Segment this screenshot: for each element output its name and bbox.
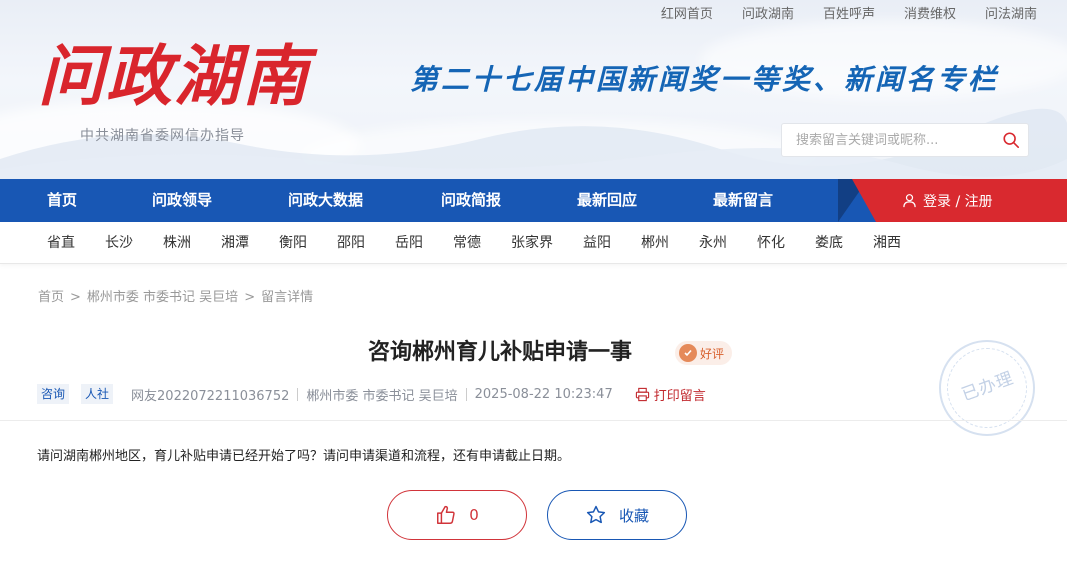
like-count: 0 (469, 506, 479, 524)
user-icon (903, 194, 916, 208)
meta-separator (297, 387, 299, 401)
region-item[interactable]: 株洲 (163, 222, 191, 264)
nav-item-latest-response[interactable]: 最新回应 (577, 179, 637, 222)
logo-title: 问政湖南 (38, 37, 310, 115)
award-slogan: 第二十七届中国新闻奖一等奖、新闻名专栏 (410, 63, 1000, 96)
rating-badge: 好评 (675, 341, 733, 365)
post-target: 郴州市委 市委书记 吴巨培 (306, 388, 458, 404)
site-header: 红网首页 问政湖南 百姓呼声 消费维权 问法湖南 问政湖南 中共湖南省委网信办指… (0, 0, 1067, 179)
favorite-label: 收藏 (618, 506, 649, 525)
favorite-button[interactable]: 收藏 (547, 490, 687, 540)
like-button[interactable]: 0 (387, 490, 527, 540)
nav-item-bigdata[interactable]: 问政大数据 (288, 179, 363, 222)
region-item[interactable]: 湘潭 (221, 222, 249, 264)
breadcrumb-separator: > (70, 290, 81, 305)
region-item[interactable]: 长沙 (105, 222, 133, 264)
top-link-wenzheng[interactable]: 问政湖南 (742, 6, 794, 24)
logo-subtitle: 中共湖南省委网信办指导 (80, 128, 245, 144)
region-nav: 省直 长沙 株洲 湘潭 衡阳 邵阳 岳阳 常德 张家界 益阳 郴州 永州 怀化 … (0, 222, 1067, 264)
breadcrumb-home[interactable]: 首页 (38, 290, 64, 305)
region-item[interactable]: 常德 (453, 222, 481, 264)
region-item[interactable]: 娄底 (815, 222, 843, 264)
search-input[interactable] (782, 124, 992, 156)
post-meta: 咨询 人社 网友2022072211036752 郴州市委 市委书记 吴巨培 2… (37, 384, 706, 404)
region-item[interactable]: 湘西 (873, 222, 901, 264)
breadcrumb-current: 留言详情 (261, 290, 314, 305)
breadcrumb-separator: > (244, 290, 256, 305)
category-tag[interactable]: 咨询 (37, 384, 70, 404)
region-item[interactable]: 岳阳 (395, 222, 423, 264)
top-link-xiaofei[interactable]: 消费维权 (904, 6, 956, 24)
nav-item-briefing[interactable]: 问政简报 (441, 179, 501, 222)
post-author: 网友2022072211036752 (131, 388, 290, 404)
post-time: 2025-08-22 10:23:47 (474, 386, 613, 402)
search-box (781, 123, 1029, 157)
site-logo[interactable]: 问政湖南 (38, 36, 338, 116)
printer-icon (635, 387, 649, 401)
breadcrumb-target[interactable]: 郴州市委 市委书记 吴巨培 (87, 290, 238, 305)
top-link-wenfa[interactable]: 问法湖南 (985, 6, 1037, 24)
nav-item-leaders[interactable]: 问政领导 (152, 179, 212, 222)
top-link-hongwang[interactable]: 红网首页 (661, 6, 713, 24)
region-item[interactable]: 省直 (47, 222, 75, 264)
thumbs-up-icon (437, 505, 455, 524)
rating-icon (679, 344, 697, 362)
meta-separator (465, 387, 467, 401)
region-item[interactable]: 张家界 (511, 222, 553, 264)
post-content: 请问湖南郴州地区，育儿补贴申请已经开始了吗？请问申请渠道和流程，还有申请截止日期… (37, 449, 571, 464)
region-item[interactable]: 邵阳 (337, 222, 365, 264)
region-item[interactable]: 郴州 (641, 222, 669, 264)
top-links: 红网首页 问政湖南 百姓呼声 消费维权 问法湖南 (632, 6, 1037, 24)
content-divider (0, 420, 1067, 421)
region-item[interactable]: 永州 (699, 222, 727, 264)
star-icon (586, 505, 606, 524)
login-label: 登录 / 注册 (923, 193, 993, 210)
print-label: 打印留言 (653, 388, 706, 404)
department-tag[interactable]: 人社 (81, 384, 114, 404)
nav-item-latest-message[interactable]: 最新留言 (713, 179, 773, 222)
region-item[interactable]: 衡阳 (279, 222, 307, 264)
login-register-button[interactable]: 登录 / 注册 (852, 179, 1067, 222)
processed-stamp: 已办理 (939, 340, 1035, 436)
post-title: 咨询郴州育儿补贴申请一事 (367, 339, 632, 365)
region-item[interactable]: 怀化 (757, 222, 785, 264)
top-link-baixing[interactable]: 百姓呼声 (823, 6, 875, 24)
breadcrumb: 首页 > 郴州市委 市委书记 吴巨培 > 留言详情 (38, 286, 313, 305)
print-button[interactable]: 打印留言 (635, 385, 706, 404)
search-icon[interactable] (1002, 131, 1020, 149)
nav-item-home[interactable]: 首页 (47, 179, 77, 222)
rating-label: 好评 (700, 346, 725, 361)
region-item[interactable]: 益阳 (583, 222, 611, 264)
